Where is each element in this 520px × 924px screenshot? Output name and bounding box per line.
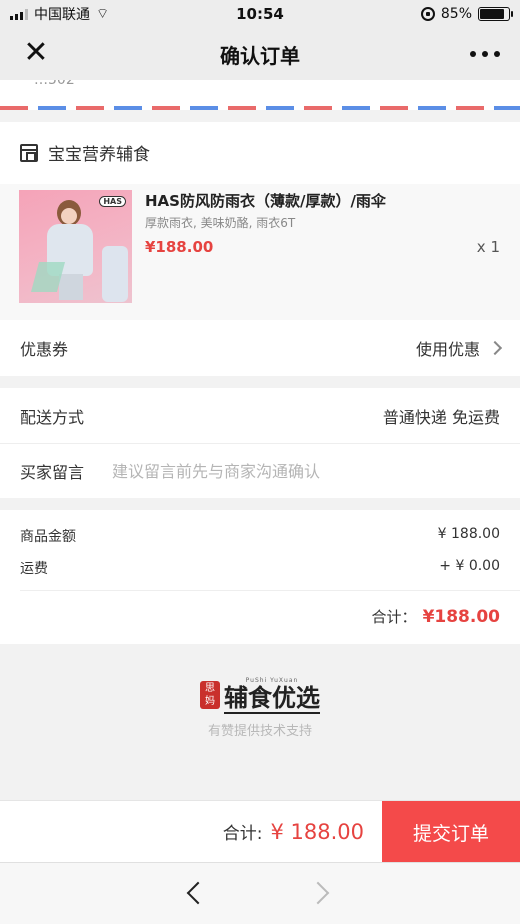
support-text: 有赞提供技术支持 — [207, 723, 312, 739]
signal-icon — [10, 8, 28, 20]
page-title: 确认订单 — [220, 43, 300, 68]
shipping-row: 运费 + ¥ 0.00 — [20, 558, 500, 578]
back-arrow-icon[interactable] — [186, 881, 210, 905]
status-right: 85% — [420, 6, 513, 22]
checkout-total-value: ¥ 188.00 — [270, 820, 364, 844]
delivery-value: 普通快递 免运费 — [382, 407, 500, 427]
coupon-label: 优惠券 — [20, 340, 69, 359]
shipping-value: + ¥ 0.00 — [439, 558, 500, 574]
product-brand-tag: HAS — [99, 196, 126, 207]
brand-seal-top: 思 — [205, 683, 215, 694]
coupon-row[interactable]: 优惠券 使用优惠 — [0, 320, 520, 376]
brand-subtitle: PuShi YuXuan — [245, 676, 299, 684]
battery-percent: 85% — [440, 6, 472, 22]
shop-name: 宝宝营养辅食 — [48, 145, 150, 165]
checkout-bar: 合计: ¥ 188.00 提交订单 — [0, 800, 520, 863]
wifi-icon: ⌔ — [96, 6, 110, 22]
note-label: 买家留言 — [20, 463, 85, 482]
goods-amount-row: 商品金额 ¥ 188.00 — [20, 526, 500, 546]
buyer-note-input[interactable] — [112, 461, 433, 481]
goods-amount-label: 商品金额 — [20, 529, 76, 545]
note-row: 买家留言 — [0, 444, 520, 498]
summary-total: 合计： ¥188.00 — [372, 606, 500, 627]
image-figure-face — [61, 208, 77, 224]
delivery-row: 配送方式 普通快递 免运费 — [0, 388, 520, 444]
battery-icon — [478, 7, 513, 21]
product-price: ¥188.00 — [145, 238, 214, 256]
brand-text: PuShi YuXuan 辅食优选 — [224, 677, 320, 714]
address-peek-text: …502 — [34, 80, 75, 88]
chevron-right-icon — [487, 340, 503, 356]
product-quantity: x 1 — [476, 238, 500, 256]
address-card[interactable]: …502 — [0, 80, 520, 110]
checkout-total: 合计: ¥ 188.00 — [223, 819, 364, 844]
close-icon[interactable]: ✕ — [22, 38, 50, 68]
carrier-name: 中国联通 — [34, 7, 90, 23]
shop-header: 宝宝营养辅食 — [20, 140, 150, 165]
product-spec: 厚款雨衣, 美味奶酪, 雨衣6T — [145, 216, 296, 230]
brand-name: 辅食优选 — [224, 683, 320, 714]
rotation-lock-icon — [420, 7, 435, 21]
envelope-border — [0, 106, 520, 110]
coupon-action: 使用优惠 — [415, 336, 503, 360]
browser-nav — [0, 862, 520, 924]
status-time: 10:54 — [236, 5, 284, 23]
product-image: HAS — [19, 190, 132, 303]
brand-logo: 思 妈 PuShi YuXuan 辅食优选 — [200, 677, 320, 714]
status-left: 中国联通 ⌔ — [10, 4, 109, 24]
brand-seal: 思 妈 — [200, 681, 220, 709]
nav-header: ✕ 确认订单 — [0, 28, 520, 80]
more-icon[interactable] — [470, 40, 500, 68]
delivery-label: 配送方式 — [20, 407, 85, 427]
summary-divider — [20, 590, 520, 591]
summary-total-label: 合计： — [371, 608, 417, 626]
image-figure-legs — [59, 274, 83, 300]
summary-total-value: ¥188.00 — [422, 607, 500, 627]
delivery-block: 配送方式 普通快递 免运费 买家留言 — [0, 388, 520, 498]
shipping-label: 运费 — [20, 561, 48, 577]
checkout-total-label: 合计: — [222, 824, 263, 844]
brand-footer: 思 妈 PuShi YuXuan 辅食优选 有赞提供技术支持 — [0, 676, 520, 739]
forward-arrow-icon[interactable] — [306, 881, 330, 905]
order-summary: 商品金额 ¥ 188.00 运费 + ¥ 0.00 合计： ¥188.00 — [0, 510, 520, 644]
coupon-action-label: 使用优惠 — [415, 340, 480, 359]
goods-amount-value: ¥ 188.00 — [437, 526, 500, 542]
shop-icon — [20, 143, 38, 162]
product-title: HAS防风防雨衣（薄款/厚款）/雨伞 — [145, 192, 386, 210]
image-second-coat — [102, 246, 128, 302]
brand-seal-bottom: 妈 — [205, 696, 215, 707]
status-bar: 中国联通 ⌔ 10:54 85% — [0, 0, 520, 28]
submit-order-button[interactable]: 提交订单 — [382, 801, 520, 863]
